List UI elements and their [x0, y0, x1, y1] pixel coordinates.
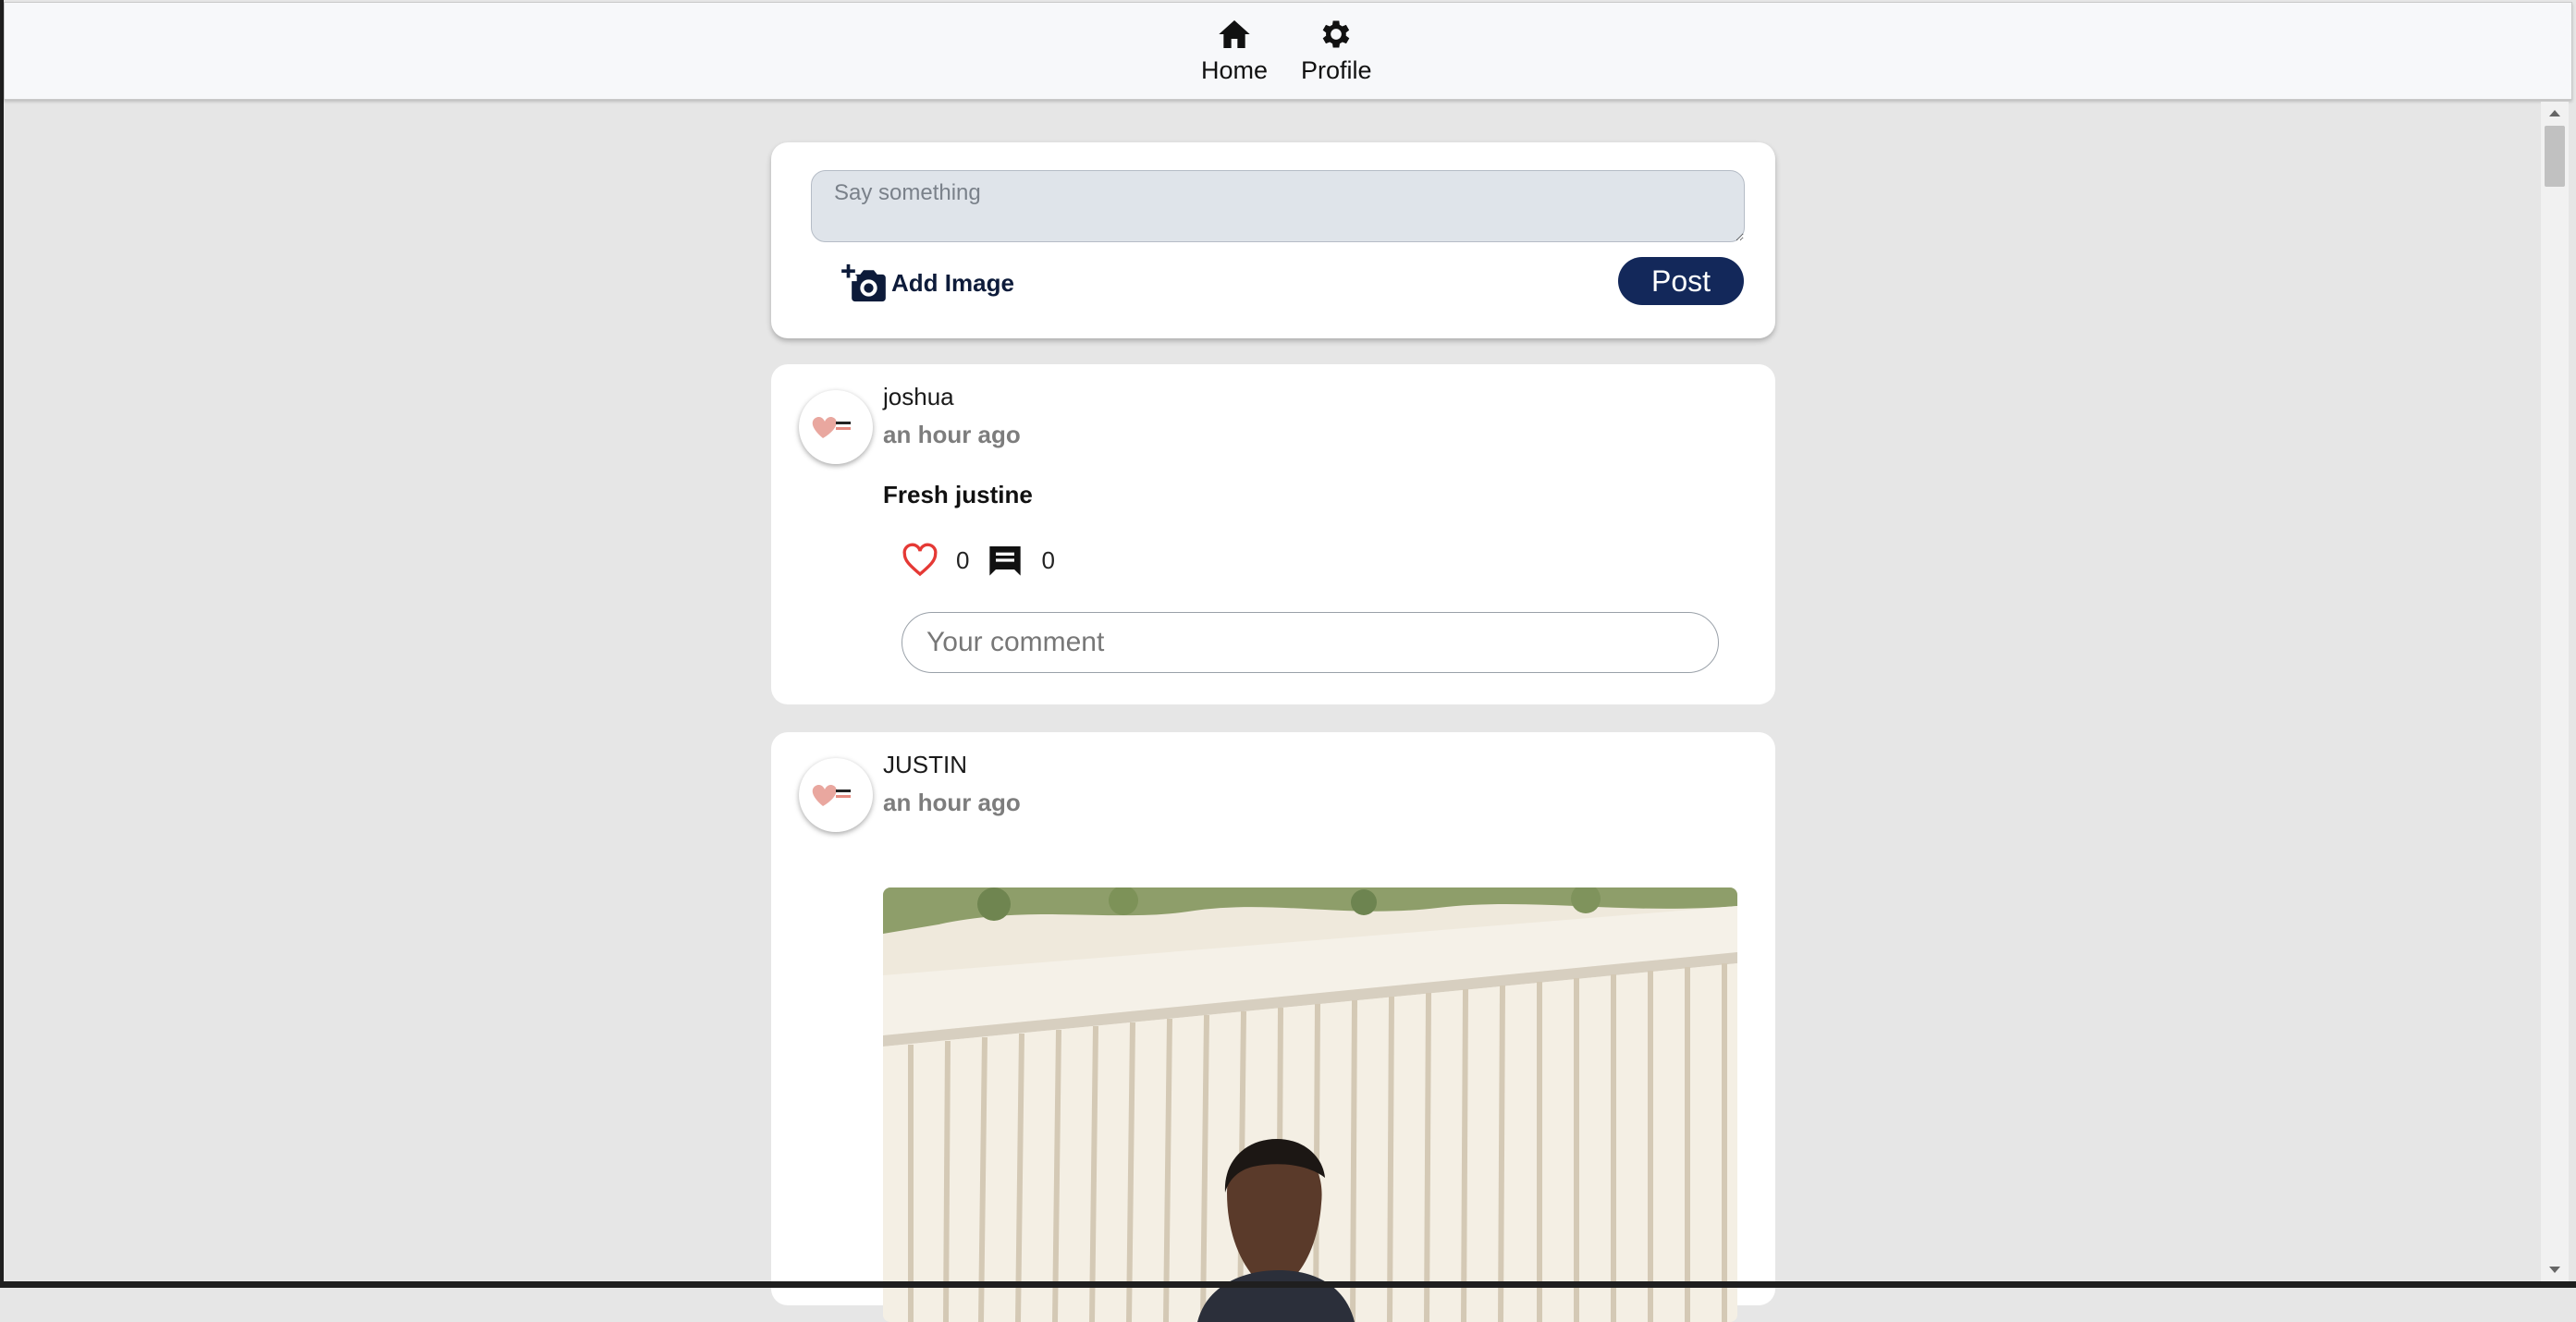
avatar[interactable] — [799, 758, 873, 832]
avatar-logo-icon — [812, 784, 851, 806]
post-card: JUSTIN an hour ago — [771, 732, 1775, 1322]
comment-icon[interactable] — [986, 542, 1024, 579]
comment-input[interactable] — [902, 612, 1719, 673]
top-navbar: Home Profile — [4, 2, 2572, 100]
post-time: an hour ago — [883, 421, 1021, 448]
nav-profile-label: Profile — [1301, 56, 1372, 84]
post-photo-illustration — [883, 887, 1737, 1322]
window-border-left — [0, 0, 4, 1288]
post-composer: Add Image Post — [771, 142, 1775, 338]
nav-home-label: Home — [1201, 56, 1269, 84]
add-image-label: Add Image — [891, 268, 1014, 297]
add-image-button[interactable]: Add Image — [841, 263, 1014, 303]
window-border-bottom — [0, 1281, 2576, 1288]
page-scrollbar[interactable] — [2541, 102, 2569, 1281]
post-card: joshua an hour ago Fresh justine 0 0 — [771, 364, 1775, 704]
nav-home[interactable]: Home — [1201, 16, 1268, 85]
avatar[interactable] — [799, 390, 873, 464]
post-reactions: 0 0 — [901, 542, 1072, 579]
heart-outline-icon[interactable] — [901, 542, 939, 579]
scroll-thumb[interactable] — [2545, 126, 2565, 187]
say-something-input[interactable] — [811, 170, 1745, 242]
post-username[interactable]: JUSTIN — [883, 751, 967, 779]
add-photo-icon — [841, 263, 886, 302]
post-time: an hour ago — [883, 789, 1021, 816]
scroll-down-arrow-icon[interactable] — [2541, 1259, 2569, 1281]
scroll-up-arrow-icon[interactable] — [2541, 102, 2569, 124]
post-button[interactable]: Post — [1618, 257, 1744, 305]
gear-icon — [1322, 20, 1350, 48]
nav-profile[interactable]: Profile — [1301, 16, 1372, 85]
comment-count: 0 — [1041, 545, 1055, 574]
home-icon — [1219, 20, 1250, 48]
post-username[interactable]: joshua — [883, 383, 954, 411]
post-image[interactable] — [883, 887, 1737, 1322]
avatar-logo-icon — [812, 416, 851, 438]
like-count: 0 — [956, 545, 970, 574]
post-text: Fresh justine — [883, 481, 1033, 508]
